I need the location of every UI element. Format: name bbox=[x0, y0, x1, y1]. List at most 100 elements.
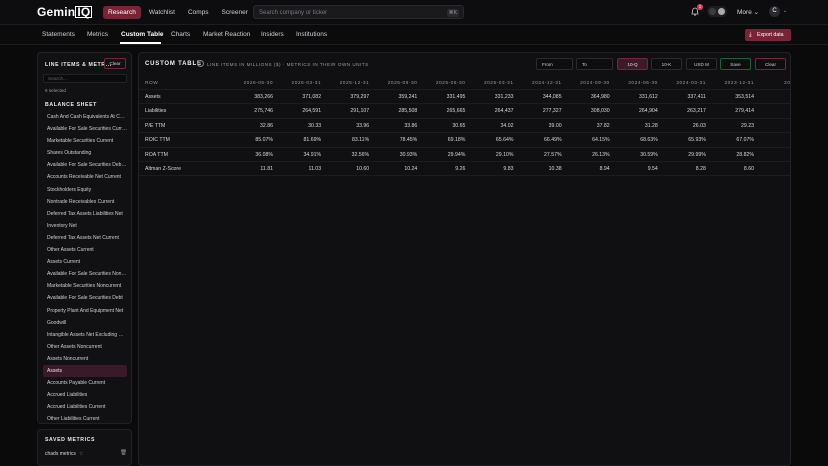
column-header-date[interactable]: 2025-06-30 bbox=[421, 78, 465, 90]
search-input[interactable]: Search company or ticker ⌘K bbox=[253, 5, 464, 19]
tab-statements[interactable]: Statements bbox=[42, 31, 75, 38]
line-item[interactable]: Available For Sale Securities Debt Secur… bbox=[43, 159, 127, 171]
line-item[interactable]: Available For Sale Securities Current bbox=[43, 123, 127, 135]
line-item[interactable]: Assets Noncurrent bbox=[43, 353, 127, 365]
line-item[interactable]: Deferred Tax Assets Liabilities Net bbox=[43, 208, 127, 220]
to-date-input[interactable]: To bbox=[576, 58, 613, 70]
saved-metric-item[interactable]: chads metrics ☆ bbox=[45, 451, 83, 457]
logo[interactable]: Gemin IQ bbox=[37, 5, 93, 19]
save-button[interactable]: Save bbox=[720, 58, 751, 70]
line-item[interactable]: Available For Sale Securities Debt bbox=[43, 292, 127, 304]
unit-select[interactable]: USD M bbox=[686, 58, 717, 70]
column-header-date[interactable]: 2025-09-30 bbox=[373, 78, 417, 90]
from-date-input[interactable]: From bbox=[536, 58, 573, 70]
table-cell: 11.81 bbox=[260, 165, 273, 172]
line-item[interactable]: Assets bbox=[43, 364, 127, 378]
column-header-date[interactable]: 2023-12-31 bbox=[710, 78, 754, 90]
tab-insiders[interactable]: Insiders bbox=[261, 31, 284, 38]
table-cell: 9.54 bbox=[647, 165, 658, 172]
active-tab-indicator bbox=[120, 42, 161, 44]
line-item[interactable]: Other Liabilities Current bbox=[43, 413, 127, 423]
nav-screener[interactable]: Screener bbox=[217, 6, 253, 19]
line-item[interactable]: Cash And Cash Equivalents At Carrying Va… bbox=[43, 111, 127, 123]
chevron-down-icon[interactable]: ⌄ bbox=[783, 8, 787, 14]
line-item[interactable]: Other Assets Current bbox=[43, 244, 127, 256]
tab-institutions[interactable]: Institutions bbox=[296, 31, 327, 38]
table-cell: 331,495 bbox=[446, 94, 466, 100]
nav-research[interactable]: Research bbox=[103, 6, 141, 19]
table-cell: 10.38 bbox=[548, 165, 562, 172]
column-header-date[interactable]: 2024-12-31 bbox=[518, 78, 562, 90]
nav-watchlist[interactable]: Watchlist bbox=[144, 6, 180, 19]
line-item[interactable]: Accrued Liabilities bbox=[43, 389, 127, 401]
line-item[interactable]: Nontrade Receivables Current bbox=[43, 196, 127, 208]
clear-table-button[interactable]: Clear bbox=[755, 58, 786, 70]
chevron-down-icon: ⌄ bbox=[753, 9, 760, 16]
table-cell: 263,217 bbox=[687, 108, 706, 115]
table-cell: 32.56% bbox=[351, 151, 370, 158]
row-label: Assets bbox=[145, 94, 161, 100]
line-item[interactable]: Deferred Tax Assets Net Current bbox=[43, 232, 127, 244]
table-row: P/E TTM 32.86 30.33 33.96 33.86 30.65 34.02 39.… bbox=[139, 119, 790, 134]
selected-count: 6 selected bbox=[45, 88, 66, 93]
trash-icon[interactable]: 🗑 bbox=[120, 450, 127, 456]
tab-market-reaction[interactable]: Market Reaction bbox=[203, 31, 250, 38]
line-item[interactable]: Stockholders Equity bbox=[43, 184, 127, 196]
table-cell: 68.63% bbox=[640, 137, 658, 144]
star-icon[interactable]: ☆ bbox=[79, 451, 83, 457]
line-item[interactable]: Intangible Assets Net Excluding Goodwill bbox=[43, 329, 127, 341]
column-header-date[interactable]: 2026-03-31 bbox=[277, 78, 321, 90]
tab-custom-table[interactable]: Custom Table bbox=[121, 31, 164, 38]
line-item[interactable]: Assets Current bbox=[43, 256, 127, 268]
line-item[interactable]: Marketable Securities Noncurrent bbox=[43, 280, 127, 292]
data-table: ROW 2026-06-30 2026-03-31 2025-12-31 2025-09… bbox=[139, 78, 790, 177]
info-icon[interactable]: i bbox=[197, 60, 204, 67]
column-header-date[interactable]: 2026-06-30 bbox=[229, 78, 273, 90]
more-menu[interactable]: More ⌄ bbox=[737, 8, 759, 16]
export-label: Export data bbox=[757, 32, 784, 38]
nav-comps[interactable]: Comps bbox=[183, 6, 214, 19]
column-header-date[interactable]: 2024-09-30 bbox=[566, 78, 610, 90]
column-header-row[interactable]: ROW bbox=[145, 78, 225, 90]
line-item[interactable]: Marketable Securities Current bbox=[43, 135, 127, 147]
line-item[interactable]: Goodwill bbox=[43, 317, 127, 329]
line-item[interactable]: Shares Outstanding bbox=[43, 147, 127, 159]
main-nav: Research Watchlist Comps Screener bbox=[103, 6, 253, 19]
export-button[interactable]: ⤓ Export data bbox=[745, 29, 791, 41]
column-header-date[interactable]: 2025-12-31 bbox=[325, 78, 369, 90]
line-item[interactable]: Accounts Receivable Net Current bbox=[43, 171, 127, 183]
line-items-search-input[interactable]: Search... bbox=[43, 74, 127, 83]
search-placeholder: Search company or ticker bbox=[259, 9, 328, 16]
avatar[interactable]: C bbox=[769, 6, 780, 17]
line-item[interactable]: Property Plant And Equipment Net bbox=[43, 305, 127, 317]
tab-charts[interactable]: Charts bbox=[171, 31, 190, 38]
table-cell: 308,030 bbox=[590, 108, 610, 115]
column-header-date[interactable]: 2023-0 bbox=[758, 78, 790, 90]
column-header-date[interactable]: 2025-03-31 bbox=[470, 78, 514, 90]
line-item[interactable]: Available For Sale Securities Noncurrent bbox=[43, 268, 127, 280]
row-label: Liabilities bbox=[145, 108, 167, 115]
line-item[interactable]: Inventory Net bbox=[43, 220, 127, 232]
table-cell: 379,297 bbox=[350, 94, 370, 100]
table-cell: 27 bbox=[758, 148, 790, 162]
line-item[interactable]: Accounts Payable Current bbox=[43, 377, 127, 389]
table-cell: 81.69% bbox=[303, 137, 322, 144]
line-item[interactable]: Accrued Liabilities Current bbox=[43, 401, 127, 413]
line-item[interactable]: Other Assets Noncurrent bbox=[43, 341, 127, 353]
table-cell: 26.13% bbox=[592, 151, 610, 158]
table-cell: 29.10% bbox=[495, 151, 514, 158]
clear-button[interactable]: Clear bbox=[104, 58, 126, 69]
column-header-date[interactable]: 2024-06-30 bbox=[614, 78, 658, 90]
theme-toggle[interactable] bbox=[707, 6, 727, 17]
table-cell: 30.33 bbox=[308, 122, 322, 129]
tab-metrics[interactable]: Metrics bbox=[87, 31, 108, 38]
line-items-list: Cash And Cash Equivalents At Carrying Va… bbox=[43, 111, 127, 423]
period-10k-button[interactable]: 10-K bbox=[651, 58, 682, 70]
period-10q-button[interactable]: 10-Q bbox=[617, 58, 648, 70]
saved-metrics-panel: SAVED METRICS chads metrics ☆ 🗑 bbox=[37, 429, 132, 466]
table-cell: 3 bbox=[758, 119, 790, 133]
table-cell: 264,437 bbox=[494, 108, 514, 115]
table-cell: 364,980 bbox=[590, 94, 610, 100]
sun-icon bbox=[709, 8, 716, 15]
column-header-date[interactable]: 2024-03-31 bbox=[662, 78, 706, 90]
